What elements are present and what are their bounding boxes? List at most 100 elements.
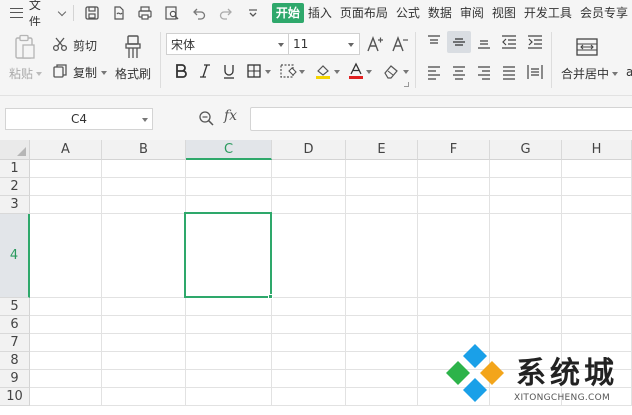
scissors-icon[interactable]: [52, 36, 68, 52]
merge-center-label[interactable]: 合并居中: [561, 65, 609, 82]
name-box[interactable]: C4: [5, 108, 153, 130]
align-bottom-icon[interactable]: [476, 34, 492, 50]
format-painter-icon[interactable]: [122, 34, 144, 60]
column-header-h[interactable]: H: [562, 140, 632, 160]
font-color-dropdown-arrow[interactable]: [366, 70, 372, 74]
select-all-button[interactable]: [0, 140, 30, 160]
row-header-4[interactable]: 4: [0, 214, 30, 298]
column-header-g[interactable]: G: [490, 140, 562, 160]
logo-diamond: [463, 344, 487, 368]
print-icon[interactable]: [135, 3, 155, 23]
tab-insert[interactable]: 插入: [304, 3, 336, 23]
file-menu[interactable]: 文件: [10, 0, 66, 29]
formula-bar: C4 fx: [0, 96, 632, 140]
borders-dropdown-arrow[interactable]: [265, 70, 271, 74]
row-header-7[interactable]: 7: [0, 334, 30, 352]
row-header-5[interactable]: 5: [0, 298, 30, 316]
decrease-font-size-icon[interactable]: [391, 35, 409, 53]
tab-formulas[interactable]: 公式: [392, 3, 424, 23]
tab-page-layout[interactable]: 页面布局: [336, 3, 392, 23]
align-middle-button[interactable]: [447, 31, 471, 53]
chevron-down-icon: [348, 43, 354, 47]
customize-toolbar-icon[interactable]: [243, 3, 263, 23]
column-header-e[interactable]: E: [346, 140, 418, 160]
decrease-indent-icon[interactable]: [500, 34, 518, 50]
row-header-2[interactable]: 2: [0, 178, 30, 196]
font-settings-launcher[interactable]: [404, 82, 409, 87]
print-preview-icon[interactable]: [162, 3, 182, 23]
increase-font-size-icon[interactable]: [366, 35, 384, 53]
italic-icon[interactable]: [197, 63, 213, 79]
align-top-icon[interactable]: [426, 34, 442, 50]
undo-icon[interactable]: [189, 3, 209, 23]
paste-button-label[interactable]: 粘贴: [9, 65, 33, 82]
row-gridline: [30, 333, 632, 334]
zoom-search-icon[interactable]: [198, 110, 215, 130]
row-gridline: [30, 315, 632, 316]
paste-dropdown-arrow[interactable]: [36, 72, 42, 76]
row-header-8[interactable]: 8: [0, 352, 30, 370]
font-name-value: 宋体: [171, 37, 196, 52]
export-pdf-icon[interactable]: [109, 3, 129, 23]
font-color-icon[interactable]: [348, 62, 364, 80]
chevron-down-icon: [278, 43, 284, 47]
format-painter-label[interactable]: 格式刷: [115, 65, 151, 82]
merge-dropdown-arrow[interactable]: [612, 72, 618, 76]
font-name-select[interactable]: 宋体: [166, 33, 290, 55]
copy-button-label[interactable]: 复制: [73, 64, 97, 81]
copy-icon[interactable]: [52, 63, 68, 79]
row-header-9[interactable]: 9: [0, 370, 30, 388]
cell-style-dropdown-arrow[interactable]: [299, 70, 305, 74]
insert-function-button[interactable]: fx: [224, 108, 237, 124]
increase-indent-icon[interactable]: [526, 34, 544, 50]
bold-icon[interactable]: [173, 63, 189, 79]
column-header-c[interactable]: C: [186, 140, 272, 160]
row-gridline: [30, 195, 632, 196]
cell-style-icon[interactable]: [279, 63, 297, 79]
underline-icon[interactable]: [221, 63, 237, 79]
cut-button-label[interactable]: 剪切: [73, 37, 97, 54]
tab-view[interactable]: 视图: [488, 3, 520, 23]
logo-diamond: [463, 378, 487, 402]
copy-dropdown-arrow[interactable]: [101, 71, 107, 75]
hamburger-icon: [10, 8, 23, 18]
next-group-label-partial[interactable]: a: [626, 65, 632, 79]
tab-data[interactable]: 数据: [424, 3, 456, 23]
tab-developer[interactable]: 开发工具: [520, 3, 576, 23]
distributed-align-icon[interactable]: [526, 64, 544, 80]
clear-format-dropdown-arrow[interactable]: [403, 70, 409, 74]
tab-review[interactable]: 审阅: [456, 3, 488, 23]
ribbon-toolbar: 粘贴 剪切 复制 格式刷 宋体 11 合并居中 a: [0, 26, 632, 96]
row-gridline: [30, 177, 632, 178]
align-right-icon[interactable]: [476, 64, 492, 80]
active-cell-c4[interactable]: [184, 212, 272, 298]
font-size-select[interactable]: 11: [288, 33, 360, 55]
logo-diamond: [446, 361, 470, 385]
row-header-10[interactable]: 10: [0, 388, 30, 406]
ribbon-tabs: 开始 插入 页面布局 公式 数据 审阅 视图 开发工具 会员专享: [271, 3, 632, 23]
formula-input[interactable]: [250, 107, 632, 131]
justify-icon[interactable]: [501, 64, 517, 80]
separator: [415, 32, 416, 88]
row-header-1[interactable]: 1: [0, 160, 30, 178]
row-header-3[interactable]: 3: [0, 196, 30, 214]
merge-center-icon[interactable]: [576, 38, 598, 56]
tab-home[interactable]: 开始: [271, 3, 304, 23]
borders-icon[interactable]: [246, 63, 262, 79]
column-header-a[interactable]: A: [30, 140, 102, 160]
fill-color-dropdown-arrow[interactable]: [334, 70, 340, 74]
column-header-f[interactable]: F: [418, 140, 490, 160]
fill-handle[interactable]: [268, 294, 273, 299]
align-center-icon[interactable]: [451, 64, 467, 80]
redo-icon[interactable]: [216, 3, 236, 23]
tab-member[interactable]: 会员专享: [576, 3, 632, 23]
chevron-down-icon: [57, 7, 66, 16]
row-header-6[interactable]: 6: [0, 316, 30, 334]
align-left-icon[interactable]: [426, 64, 442, 80]
save-icon[interactable]: [82, 3, 102, 23]
paste-icon[interactable]: [14, 34, 36, 60]
clear-format-icon[interactable]: [382, 63, 400, 79]
fill-color-icon[interactable]: [314, 62, 332, 80]
column-header-b[interactable]: B: [102, 140, 186, 160]
column-header-d[interactable]: D: [272, 140, 346, 160]
